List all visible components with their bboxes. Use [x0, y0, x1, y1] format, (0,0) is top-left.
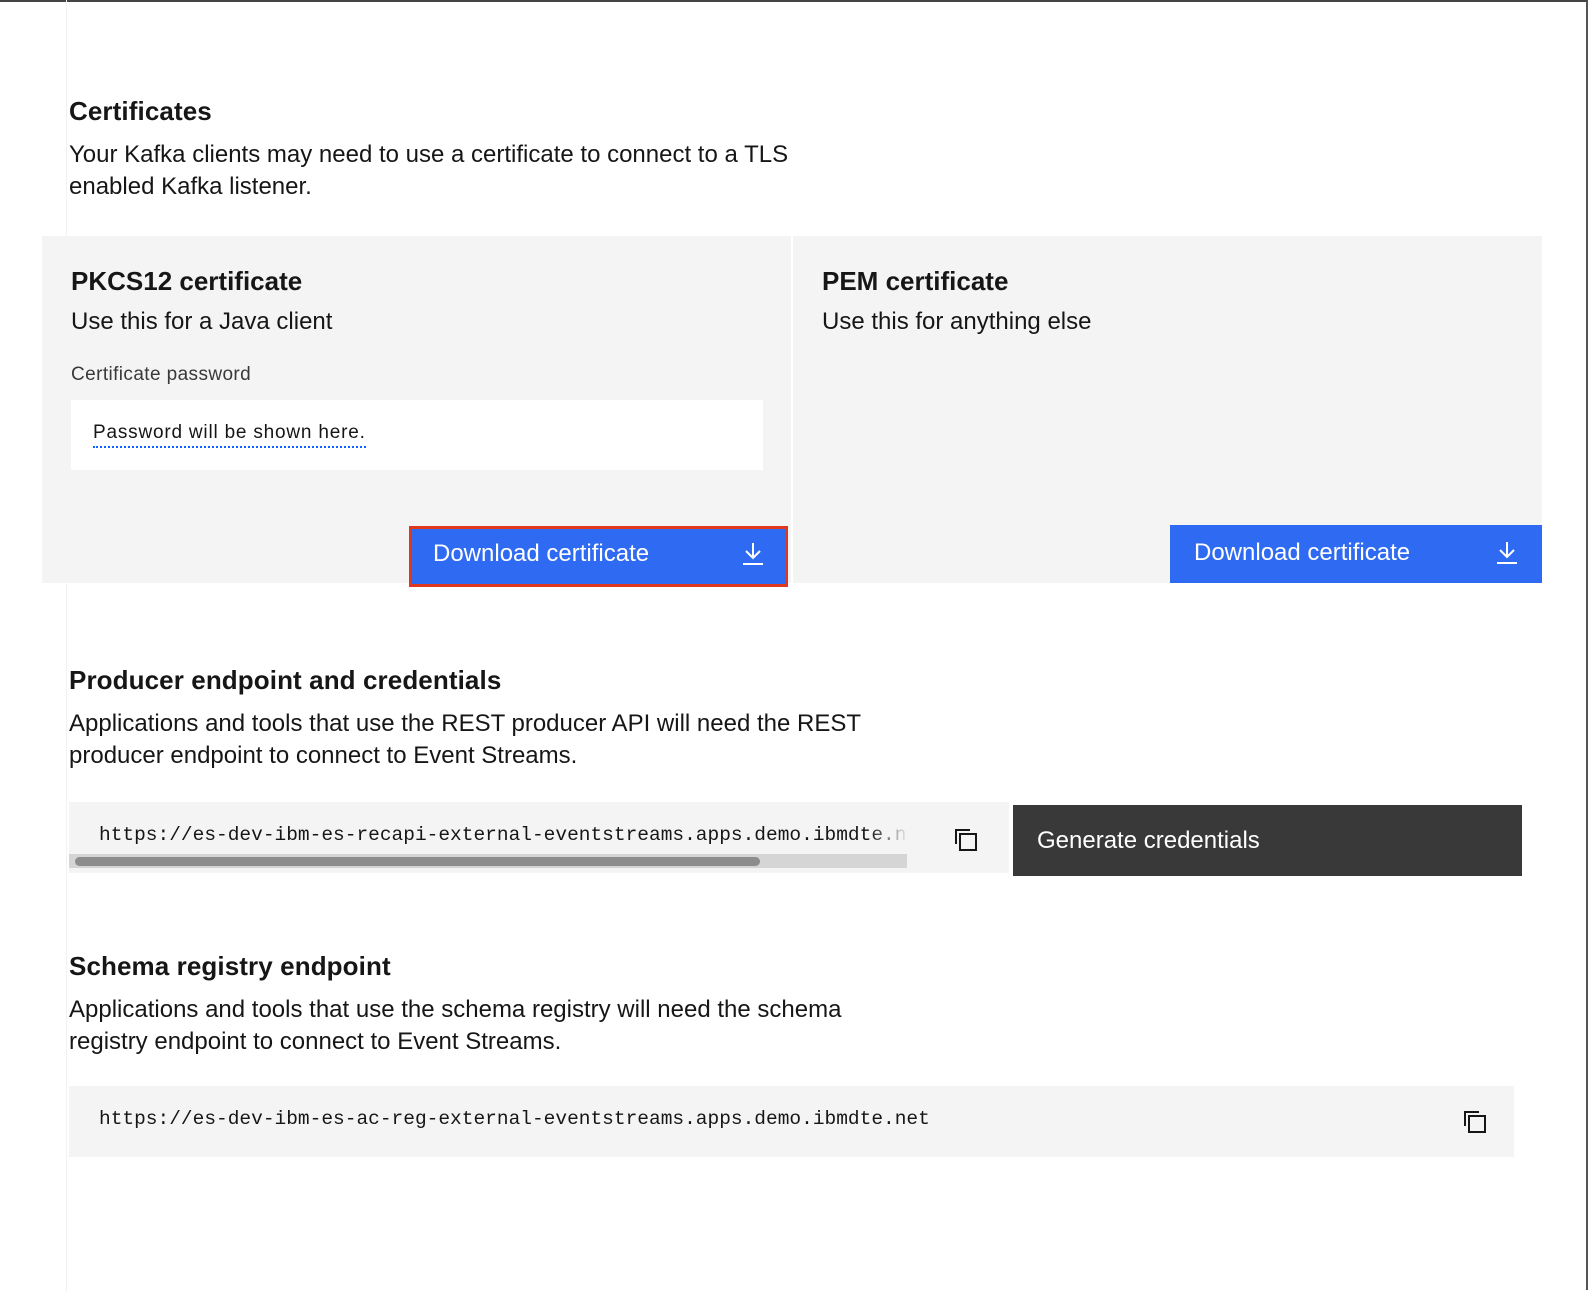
schema-description-line2: registry endpoint to connect to Event St… [69, 1028, 562, 1055]
content-rule [66, 0, 67, 1292]
schema-description: Applications and tools that use the sche… [69, 994, 841, 1058]
pem-subtitle: Use this for anything else [822, 308, 1092, 335]
producer-heading: Producer endpoint and credentials [69, 665, 502, 695]
certificate-password-label: Certificate password [71, 364, 252, 385]
pkcs12-tile: PKCS12 certificate Use this for a Java c… [42, 236, 791, 587]
scrollbar-thumb[interactable] [75, 857, 760, 866]
pem-tile: PEM certificate Use this for anything el… [793, 236, 1542, 583]
producer-description-line1: Applications and tools that use the REST… [69, 710, 861, 737]
pem-title: PEM certificate [822, 266, 1009, 296]
copy-icon[interactable] [947, 820, 987, 860]
producer-endpoint-snippet: https://es-dev-ibm-es-recapi-external-ev… [69, 802, 1009, 873]
certificates-description-line1: Your Kafka clients may need to use a cer… [69, 141, 789, 168]
producer-description: Applications and tools that use the REST… [69, 708, 861, 772]
pkcs12-title: PKCS12 certificate [71, 266, 303, 296]
pkcs12-subtitle: Use this for a Java client [71, 308, 333, 335]
certificates-description-line2: enabled Kafka listener. [69, 173, 312, 200]
certificate-password-field[interactable]: Password will be shown here. [71, 400, 763, 470]
horizontal-scrollbar[interactable] [69, 854, 907, 868]
password-placeholder[interactable]: Password will be shown here. [93, 422, 366, 448]
generate-credentials-button[interactable]: Generate credentials [1013, 805, 1522, 876]
schema-endpoint-snippet: https://es-dev-ibm-es-ac-reg-external-ev… [69, 1086, 1514, 1157]
producer-endpoint-url[interactable]: https://es-dev-ibm-es-recapi-external-ev… [99, 824, 909, 846]
schema-endpoint-url[interactable]: https://es-dev-ibm-es-ac-reg-external-ev… [99, 1108, 930, 1130]
certificates-heading: Certificates [69, 96, 212, 126]
schema-heading: Schema registry endpoint [69, 951, 391, 981]
producer-description-line2: producer endpoint to connect to Event St… [69, 742, 578, 769]
copy-icon[interactable] [1456, 1102, 1496, 1142]
pkcs12-download-label: Download certificate [433, 540, 650, 567]
certificates-description: Your Kafka clients may need to use a cer… [69, 139, 788, 203]
schema-description-line1: Applications and tools that use the sche… [69, 996, 842, 1023]
pkcs12-download-button[interactable]: Download certificate [409, 526, 788, 587]
download-icon [1497, 542, 1517, 564]
pem-download-label: Download certificate [1194, 539, 1411, 566]
pem-download-button[interactable]: Download certificate [1170, 525, 1542, 583]
download-icon [743, 543, 763, 565]
